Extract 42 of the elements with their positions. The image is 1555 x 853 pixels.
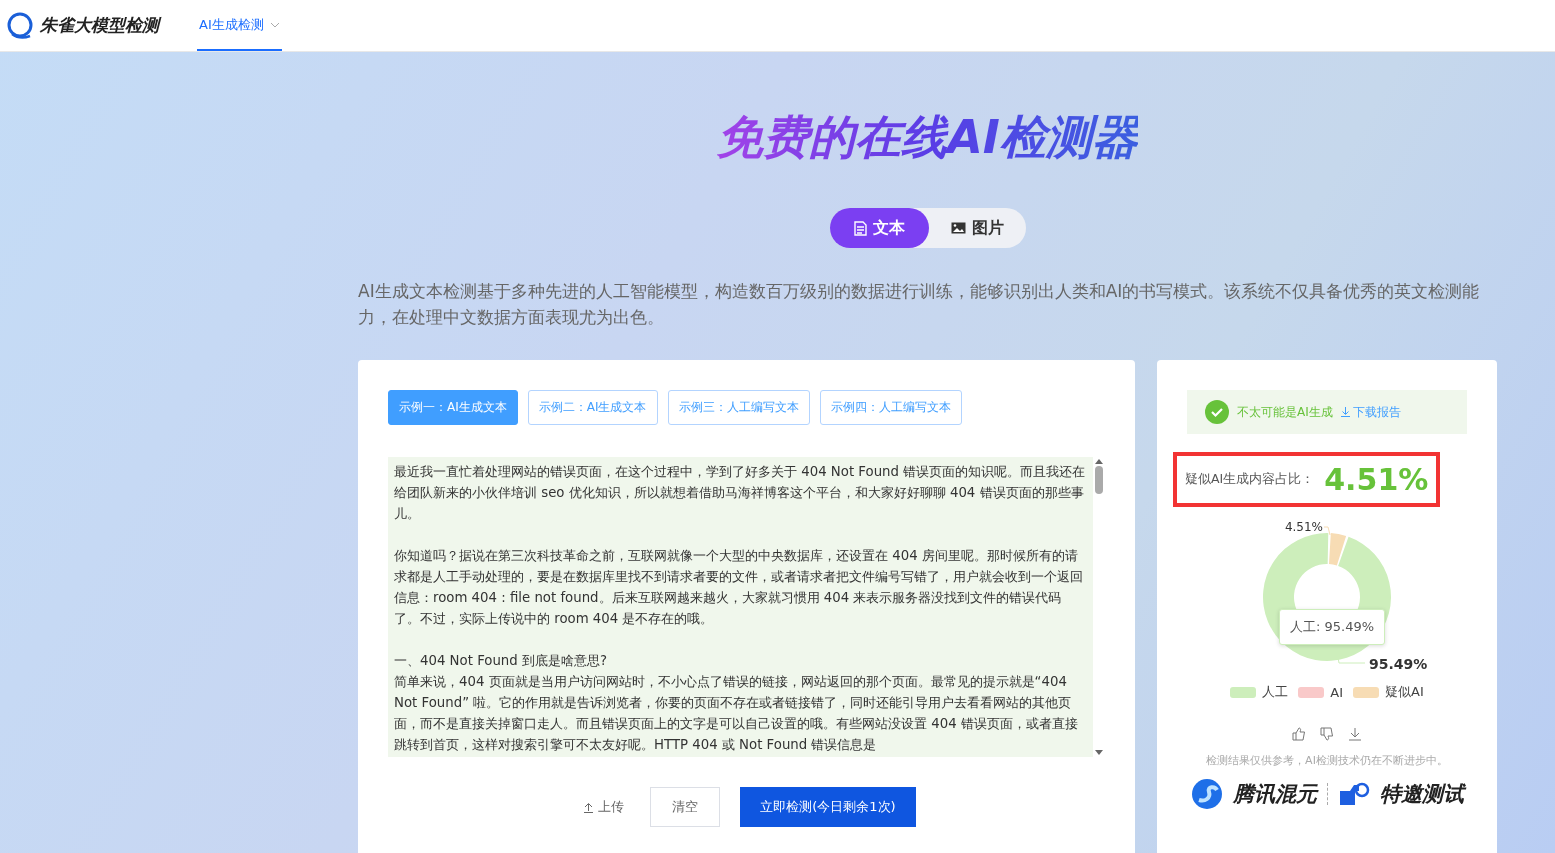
clear-button[interactable]: 清空 [650, 787, 721, 827]
example-button[interactable]: 示例二：AI生成文本 [527, 390, 658, 425]
legend-swatch [1298, 686, 1325, 698]
legend-label: AI [1330, 684, 1343, 700]
scroll-down-icon[interactable] [1095, 750, 1103, 755]
thumbs-down-icon[interactable] [1320, 727, 1334, 741]
leader-line [1323, 526, 1331, 536]
check-circle-icon [1205, 400, 1229, 424]
detect-button[interactable]: 立即检测(今日剩余1次) [740, 787, 916, 827]
scrollbar[interactable] [1093, 457, 1105, 757]
document-icon [853, 220, 867, 236]
mode-tab[interactable]: 图片 [928, 208, 1026, 248]
image-icon [950, 222, 966, 234]
download-icon[interactable] [1348, 727, 1362, 741]
scroll-up-icon[interactable] [1095, 459, 1103, 464]
legend-swatch [1230, 686, 1257, 698]
mode-tab[interactable]: 文本 [829, 208, 929, 248]
example-button[interactable]: 示例一：AI生成文本 [388, 390, 518, 425]
legend-swatch [1353, 686, 1379, 698]
upload-button[interactable]: 上传 [577, 797, 631, 817]
partner-name: 腾讯混元 [1232, 781, 1317, 808]
text-input[interactable]: 最近我一直忙着处理网站的错误页面，在这个过程中，学到了好多关于 404 Not Found 错误页面的知识呢。而且我还在给团队新来的小伙伴培训 seo 优化知识，所以就想着借助马海祥博客这个平台，和大家好好聊聊 404 错误页面的那些事儿。 你知道吗？据说在第三次科技革命之前，互联网就像一个大型的中央数据库，还设置在 404 房间里呢。那时候所有的请求都是人工手动处理的，要是在数据库里找不到请求者要的文件，或者请求者把文件编号写错了，用户就会收到一个返回信息：room 404 : file not found。后来互联网越来越火，大家就习惯用 404 来表示服务器没找到文件的错误代码了。不过，实际上传说中的 room 404 是不存在的哦。 一、404 Not Found 到底是啥意思? 简单来说，404 页面就是当用户访问网站时，不小心点了错误的链接，网站返回的那个页面。最常见的提示就是“404 Not Found” 啦。它的作用就是告诉浏览者，你要的页面不存在或者链接错了，同时还能引导用户去看看网站的其他页面，而不是直接关掉窗口走人。而且错误页面上的文字是可以自己设置的哦。有些网站没设置 404 错误页面，或者直接跳转到首页，这样对搜索引擎可不太友好呢。HTTP 404 或 Not Found 错误信息是 [388, 457, 1093, 757]
data-label: 4.51% [1284, 520, 1323, 534]
ratio-value: 4.51% [1324, 462, 1429, 497]
chevron-down-icon [269, 21, 280, 28]
data-label: 95.49% [1369, 656, 1428, 672]
chart-tooltip: 人工: 95.49% [1279, 609, 1386, 645]
scroll-thumb[interactable] [1095, 466, 1103, 494]
verdict-text: 不太可能是AI生成 [1237, 403, 1333, 421]
example-button[interactable]: 示例四：人工编写文本 [819, 390, 962, 425]
download-icon [1340, 407, 1350, 417]
thumbs-up-icon[interactable] [1292, 727, 1306, 741]
legend-label: 人工 [1262, 683, 1289, 701]
nav-tab[interactable]: AI生成检测 [197, 0, 282, 51]
ratio-label: 疑似AI生成内容占比： [1185, 471, 1315, 488]
logo-icon [6, 11, 34, 40]
description: AI生成文本检测基于多种先进的人工智能模型，构造数百万级别的数据进行训练，能够识别出人类和AI的书写模式。该系统不仅具备优秀的英文检测能力，在处理中文数据方面表现尤为出色。 [358, 280, 1481, 329]
legend-label: 疑似AI [1385, 683, 1424, 701]
disclaimer: 检测结果仅供参考，AI检测技术仍在不断进步中。 [1206, 753, 1448, 768]
swirl-logo-icon [1190, 778, 1223, 810]
example-button[interactable]: 示例三：人工编写文本 [667, 390, 810, 425]
upload-icon [583, 801, 595, 813]
